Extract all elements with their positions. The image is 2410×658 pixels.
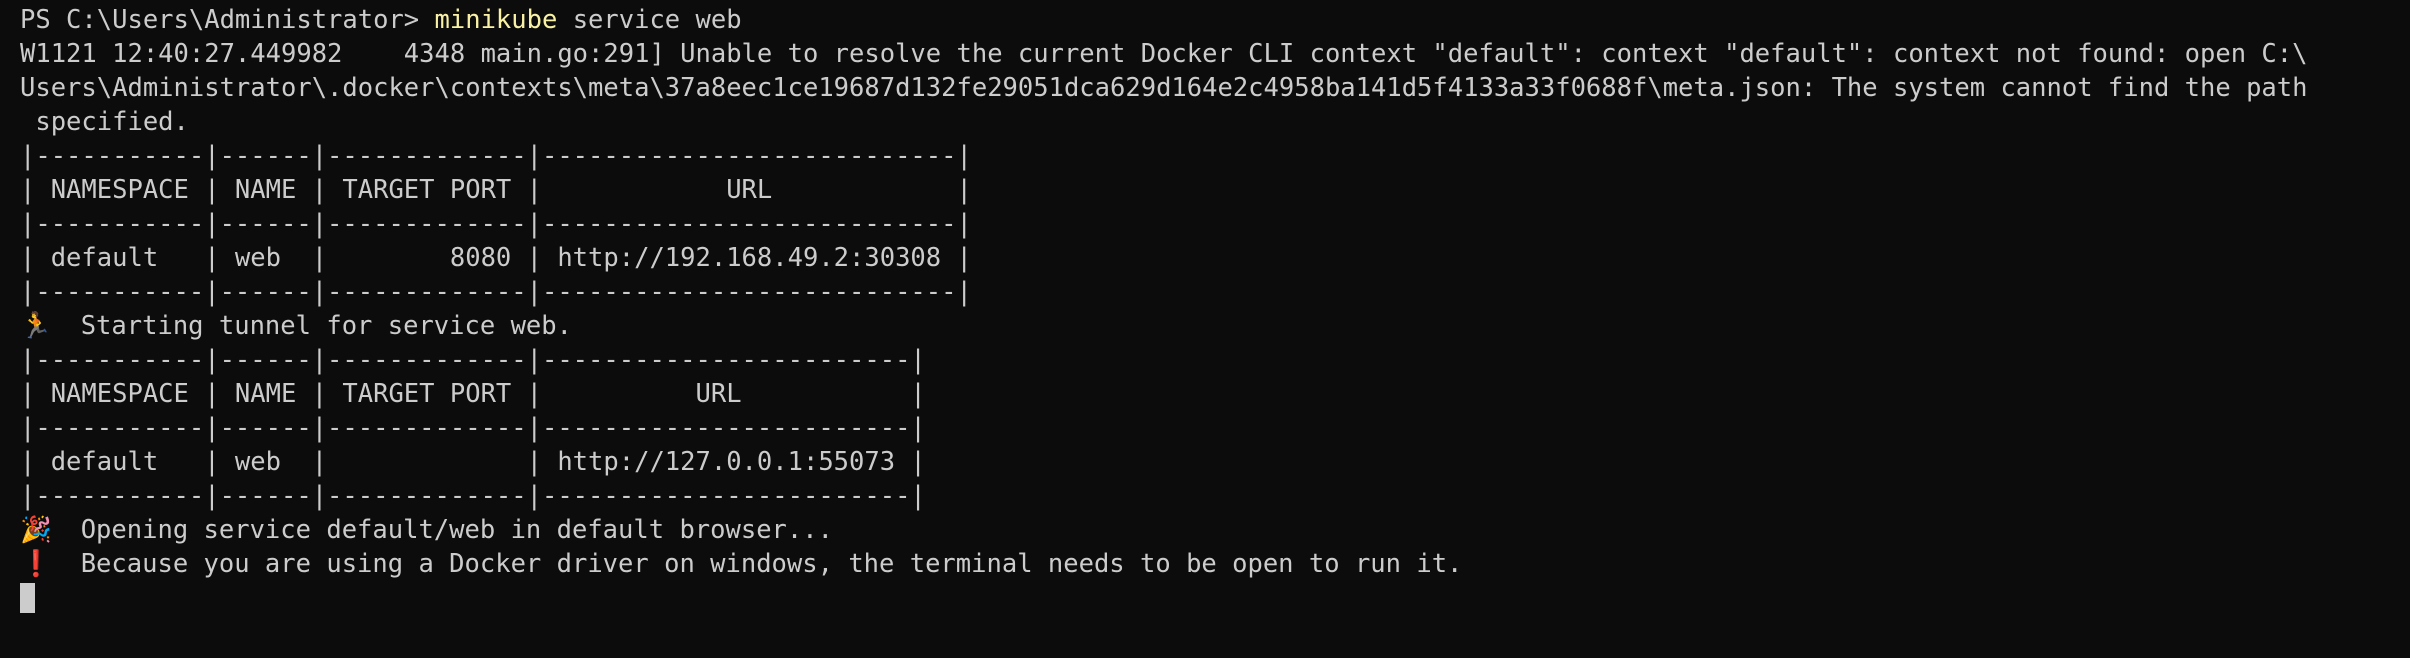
table-border: |-----------|------|-------------|------… — [20, 345, 926, 375]
command-args: service web — [557, 5, 742, 35]
tunnel-status-text: Starting tunnel for service web. — [50, 311, 572, 341]
terminal-cursor[interactable] — [20, 583, 35, 613]
table-row: | default | web | | http://127.0.0.1:550… — [20, 447, 926, 477]
opening-service-line: 🎉 Opening service default/web in default… — [20, 513, 2410, 547]
terminal-window[interactable]: PS C:\Users\Administrator> minikube serv… — [0, 0, 2410, 658]
exclamation-icon: ❗ — [20, 549, 52, 579]
opening-service-text: Opening service default/web in default b… — [50, 515, 833, 545]
running-person-icon: 🏃 — [20, 311, 52, 341]
table-border: |-----------|------|-------------|------… — [20, 481, 926, 511]
table-header-row: | NAMESPACE | NAME | TARGET PORT | URL | — [20, 175, 972, 205]
warning-line: Users\Administrator\.docker\contexts\met… — [20, 73, 2308, 103]
ps-prompt: PS C:\Users\Administrator> — [20, 5, 435, 35]
table-row: | default | web | 8080 | http://192.168.… — [20, 243, 972, 273]
table-border: |-----------|------|-------------|------… — [20, 413, 926, 443]
table-header-row: | NAMESPACE | NAME | TARGET PORT | URL | — [20, 379, 926, 409]
table-border: |-----------|------|-------------|------… — [20, 277, 972, 307]
table-border: |-----------|------|-------------|------… — [20, 209, 972, 239]
command-name: minikube — [434, 5, 558, 35]
cursor-line[interactable] — [20, 581, 2410, 615]
command-prompt-line: PS C:\Users\Administrator> minikube serv… — [20, 3, 2410, 37]
warning-line: specified. — [20, 107, 189, 137]
docker-notice-line: ❗ Because you are using a Docker driver … — [20, 547, 2410, 581]
party-popper-icon: 🎉 — [20, 515, 52, 545]
warning-line: W1121 12:40:27.449982 4348 main.go:291] … — [20, 39, 2308, 69]
table-border: |-----------|------|-------------|------… — [20, 141, 972, 171]
docker-notice-text: Because you are using a Docker driver on… — [50, 549, 1463, 579]
tunnel-status-line: 🏃 Starting tunnel for service web. — [20, 309, 2410, 343]
